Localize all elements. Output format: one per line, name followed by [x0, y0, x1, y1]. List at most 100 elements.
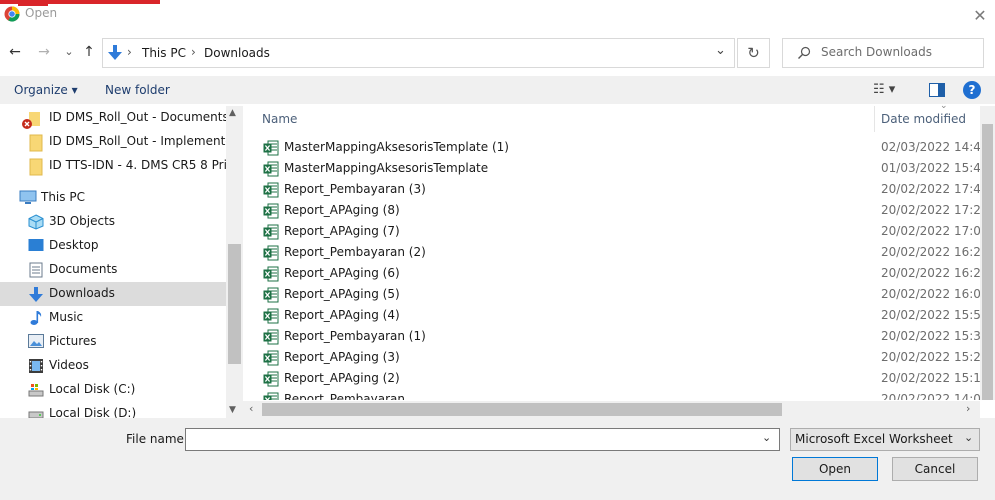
search-input[interactable] [821, 45, 976, 59]
desktop-icon [28, 238, 44, 254]
sidebar-item-videos[interactable]: Videos [0, 354, 226, 378]
sidebar-item-pictures[interactable]: Pictures [0, 330, 226, 354]
file-name: Report_APAging (8) [284, 203, 400, 217]
breadcrumb-downloads[interactable]: Downloads [204, 46, 270, 60]
address-bar[interactable]: › This PC › Downloads ⌄ [102, 38, 735, 68]
file-row[interactable]: Report_Pembayaran (2) 20/02/2022 16:28 [243, 242, 980, 263]
search-icon [797, 46, 811, 63]
address-dropdown-chevron-icon[interactable]: ⌄ [715, 43, 726, 58]
file-name: Report_Pembayaran (1) [284, 329, 426, 343]
file-date-modified: 20/02/2022 16:24 [881, 266, 980, 280]
sidebar-item-3d-objects[interactable]: 3D Objects [0, 210, 226, 234]
excel-file-icon [263, 203, 279, 219]
file-name-input[interactable] [190, 432, 750, 446]
computer-icon [19, 190, 37, 206]
navigation-pane-scroll-thumb[interactable] [228, 244, 241, 364]
file-name: MasterMappingAksesorisTemplate (1) [284, 140, 509, 154]
file-name: Report_Pembayaran (2) [284, 245, 426, 259]
scroll-left-arrow-icon[interactable]: ‹ [249, 402, 253, 415]
file-list: MasterMappingAksesorisTemplate (1) 02/03/… [243, 137, 980, 400]
sort-chevron-icon: ⌄ [940, 101, 948, 111]
sidebar-item-dms-rollout-implementer[interactable]: ID DMS_Roll_Out - Implementer K [0, 130, 226, 154]
file-date-modified: 20/02/2022 17:49 [881, 182, 980, 196]
file-type-dropdown-chevron-icon[interactable]: ⌄ [964, 431, 973, 444]
close-button[interactable]: ✕ [968, 4, 992, 28]
file-name: Report_APAging (4) [284, 308, 400, 322]
file-list-scroll-thumb[interactable] [982, 124, 993, 400]
sidebar-item-dms-rollout-documents[interactable]: ID DMS_Roll_Out - Documents [0, 106, 226, 130]
cancel-button[interactable]: Cancel [892, 457, 978, 481]
pictures-icon [28, 334, 44, 350]
help-icon[interactable]: ? [963, 81, 981, 99]
excel-file-icon [263, 350, 279, 366]
file-date-modified: 20/02/2022 16:08 [881, 287, 980, 301]
sidebar-item-local-disk-d[interactable]: Local Disk (D:) [0, 402, 226, 418]
search-box[interactable] [782, 38, 984, 68]
refresh-button[interactable]: ↻ [737, 38, 770, 68]
breadcrumb-this-pc[interactable]: This PC [142, 46, 186, 60]
organize-button[interactable]: Organize ▾ [14, 83, 78, 97]
file-type-selected-value: Microsoft Excel Worksheet [795, 432, 953, 446]
file-row[interactable]: Report_APAging (6) 20/02/2022 16:24 [243, 263, 980, 284]
file-row[interactable]: Report_APAging (5) 20/02/2022 16:08 [243, 284, 980, 305]
excel-file-icon [263, 308, 279, 324]
file-row[interactable]: Report_APAging (3) 20/02/2022 15:24 [243, 347, 980, 368]
column-header-name[interactable]: Name [262, 112, 297, 126]
scroll-up-arrow-icon[interactable]: ▲ [229, 108, 236, 118]
excel-file-icon [263, 224, 279, 240]
sidebar-item-desktop[interactable]: Desktop [0, 234, 226, 258]
breadcrumb-separator: › [191, 45, 196, 59]
title-bar [0, 4, 995, 30]
file-row[interactable]: Report_APAging (2) 20/02/2022 15:14 [243, 368, 980, 389]
scroll-right-arrow-icon[interactable]: › [966, 402, 970, 415]
sidebar-item-music[interactable]: Music [0, 306, 226, 330]
file-name: MasterMappingAksesorisTemplate [284, 161, 489, 175]
file-name-combobox[interactable] [185, 428, 780, 451]
file-row[interactable]: MasterMappingAksesorisTemplate (1) 02/03/… [243, 137, 980, 158]
excel-file-icon [263, 161, 279, 177]
folder-icon [29, 134, 45, 152]
scroll-down-arrow-icon[interactable]: ▼ [229, 405, 236, 415]
excel-file-icon [263, 287, 279, 303]
file-date-modified: 01/03/2022 15:45 [881, 161, 980, 175]
back-arrow-icon[interactable]: ← [6, 42, 24, 62]
documents-icon [28, 262, 44, 278]
sidebar-item-local-disk-c[interactable]: Local Disk (C:) [0, 378, 226, 402]
sidebar-item-tts-idn[interactable]: ID TTS-IDN - 4. DMS CR5 8 Priority [0, 154, 226, 178]
drive-icon [28, 382, 44, 398]
column-divider[interactable] [874, 106, 875, 132]
file-row[interactable]: Report_Pembayaran (1) 20/02/2022 15:30 [243, 326, 980, 347]
file-name: Report_APAging (3) [284, 350, 400, 364]
new-folder-button[interactable]: New folder [105, 83, 170, 97]
up-arrow-icon[interactable]: ↑ [80, 42, 98, 62]
preview-pane-icon[interactable] [929, 83, 945, 100]
excel-file-icon [263, 329, 279, 345]
file-row[interactable]: Report_APAging (8) 20/02/2022 17:24 [243, 200, 980, 221]
file-name: Report_Pembayaran [284, 392, 405, 400]
window-title: Open [25, 6, 58, 20]
file-name-dropdown-chevron-icon[interactable]: ⌄ [762, 431, 771, 444]
file-row[interactable]: Report_Pembayaran 20/02/2022 14:09 [243, 389, 980, 400]
sidebar-item-this-pc[interactable]: This PC [0, 186, 226, 210]
download-location-icon [107, 44, 123, 65]
sidebar-item-documents[interactable]: Documents [0, 258, 226, 282]
recent-locations-chevron-icon[interactable]: ⌄ [60, 42, 78, 62]
change-view-button[interactable]: ☷ ▾ [873, 82, 895, 97]
file-row[interactable]: Report_Pembayaran (3) 20/02/2022 17:49 [243, 179, 980, 200]
file-row[interactable]: Report_APAging (4) 20/02/2022 15:52 [243, 305, 980, 326]
download-arrow-icon [28, 286, 44, 302]
file-name: Report_APAging (5) [284, 287, 400, 301]
column-header-date-modified[interactable]: Date modified [881, 112, 966, 126]
horizontal-scroll-thumb[interactable] [262, 403, 782, 416]
open-button[interactable]: Open [792, 457, 878, 481]
file-name: Report_APAging (2) [284, 371, 400, 385]
file-row[interactable]: Report_APAging (7) 20/02/2022 17:02 [243, 221, 980, 242]
excel-file-icon [263, 140, 279, 156]
drive-icon [28, 406, 44, 418]
file-date-modified: 20/02/2022 15:30 [881, 329, 980, 343]
breadcrumb-separator: › [127, 45, 132, 59]
music-note-icon [28, 310, 44, 326]
forward-arrow-icon[interactable]: → [35, 42, 53, 62]
sidebar-item-downloads[interactable]: Downloads [0, 282, 226, 306]
file-row[interactable]: MasterMappingAksesorisTemplate 01/03/2022… [243, 158, 980, 179]
